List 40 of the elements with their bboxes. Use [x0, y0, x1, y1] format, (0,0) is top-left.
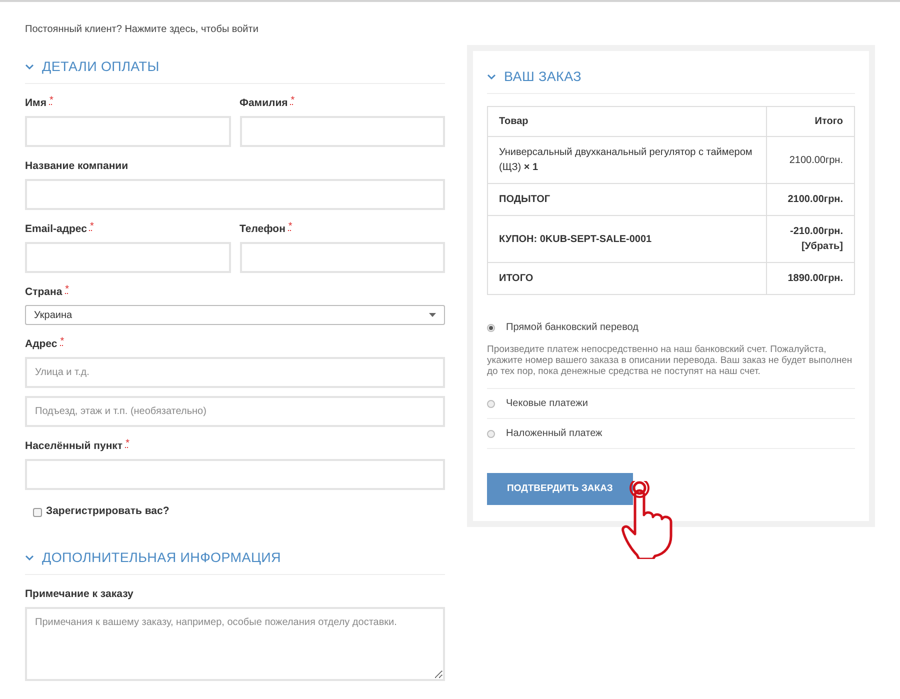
field-label: Email-адрес: [25, 222, 87, 238]
required-mark: *: [49, 96, 54, 106]
required-mark: *: [290, 96, 295, 106]
field-label: Примечание к заказу: [25, 587, 134, 602]
checkbox-label: Зарегистрировать вас?: [46, 504, 170, 520]
payment-method-label: Чековые платежи: [506, 397, 588, 412]
required-mark: *: [60, 337, 64, 348]
field-label: Телефон: [240, 222, 286, 238]
field-label: Фамилия: [240, 96, 288, 112]
required-mark: *: [65, 285, 70, 296]
table-cell: 2100.00грн.: [766, 136, 854, 184]
field-label: Адрес: [25, 337, 58, 352]
table-cell: 1890.00грн.: [766, 262, 854, 295]
required-mark: *: [288, 222, 292, 232]
payment-description: Произведите платеж непосредственно на наш банковский счет. Пожалуйста, укажите номер вашего заказа в описании перевода. Ваш заказ не будет выполнен до тех пор, пока денежные средства не поступят на наш счет.: [487, 344, 854, 378]
table-cell: 2100.00грн.: [766, 184, 854, 216]
column-header: Товар: [488, 106, 766, 137]
table-cell: Универсальный двухканальный регулятор с таймером (ЩЗ) × 1: [488, 136, 766, 184]
field-label: Населённый пункт: [25, 439, 123, 454]
section-heading: ДЕТАЛИ ОПЛАТЫ: [42, 58, 160, 76]
field-label: Имя: [25, 96, 46, 112]
required-mark: *: [90, 222, 94, 232]
table-cell-text: -210.00грн.: [790, 225, 843, 240]
required-mark: *: [126, 439, 130, 450]
section-heading: ВАШ ЗАКАЗ: [504, 68, 582, 86]
section-heading: ДОПОЛНИТЕЛЬНАЯ ИНФОРМАЦИЯ: [42, 549, 281, 567]
field-label: Название компании: [25, 159, 128, 174]
table-cell: КУПОН: 0KUB-SEPT-SALE-0001: [488, 216, 766, 263]
note-textarea[interactable]: Примечания к вашему заказу, например, особые пожелания отделу доставки.: [25, 607, 445, 682]
payment-method-label: Прямой банковский перевод: [506, 321, 638, 336]
input-field[interactable]: Подъезд, этаж и т.п. (необязательно): [25, 396, 445, 428]
country-select[interactable]: Украина: [25, 305, 445, 326]
remove-coupon-link[interactable]: [Убрать]: [801, 239, 843, 254]
column-header: Итого: [766, 106, 854, 137]
table-cell: ПОДЫТОГ: [488, 184, 766, 216]
payment-method-label: Наложенный платеж: [506, 427, 602, 442]
table-cell: ИТОГО: [488, 262, 766, 295]
field-label: Страна: [25, 285, 62, 300]
login-prompt-link[interactable]: Постоянный клиент? Нажмите здесь, чтобы войти: [25, 22, 445, 37]
input-field[interactable]: Улица и т.д.: [25, 357, 445, 388]
